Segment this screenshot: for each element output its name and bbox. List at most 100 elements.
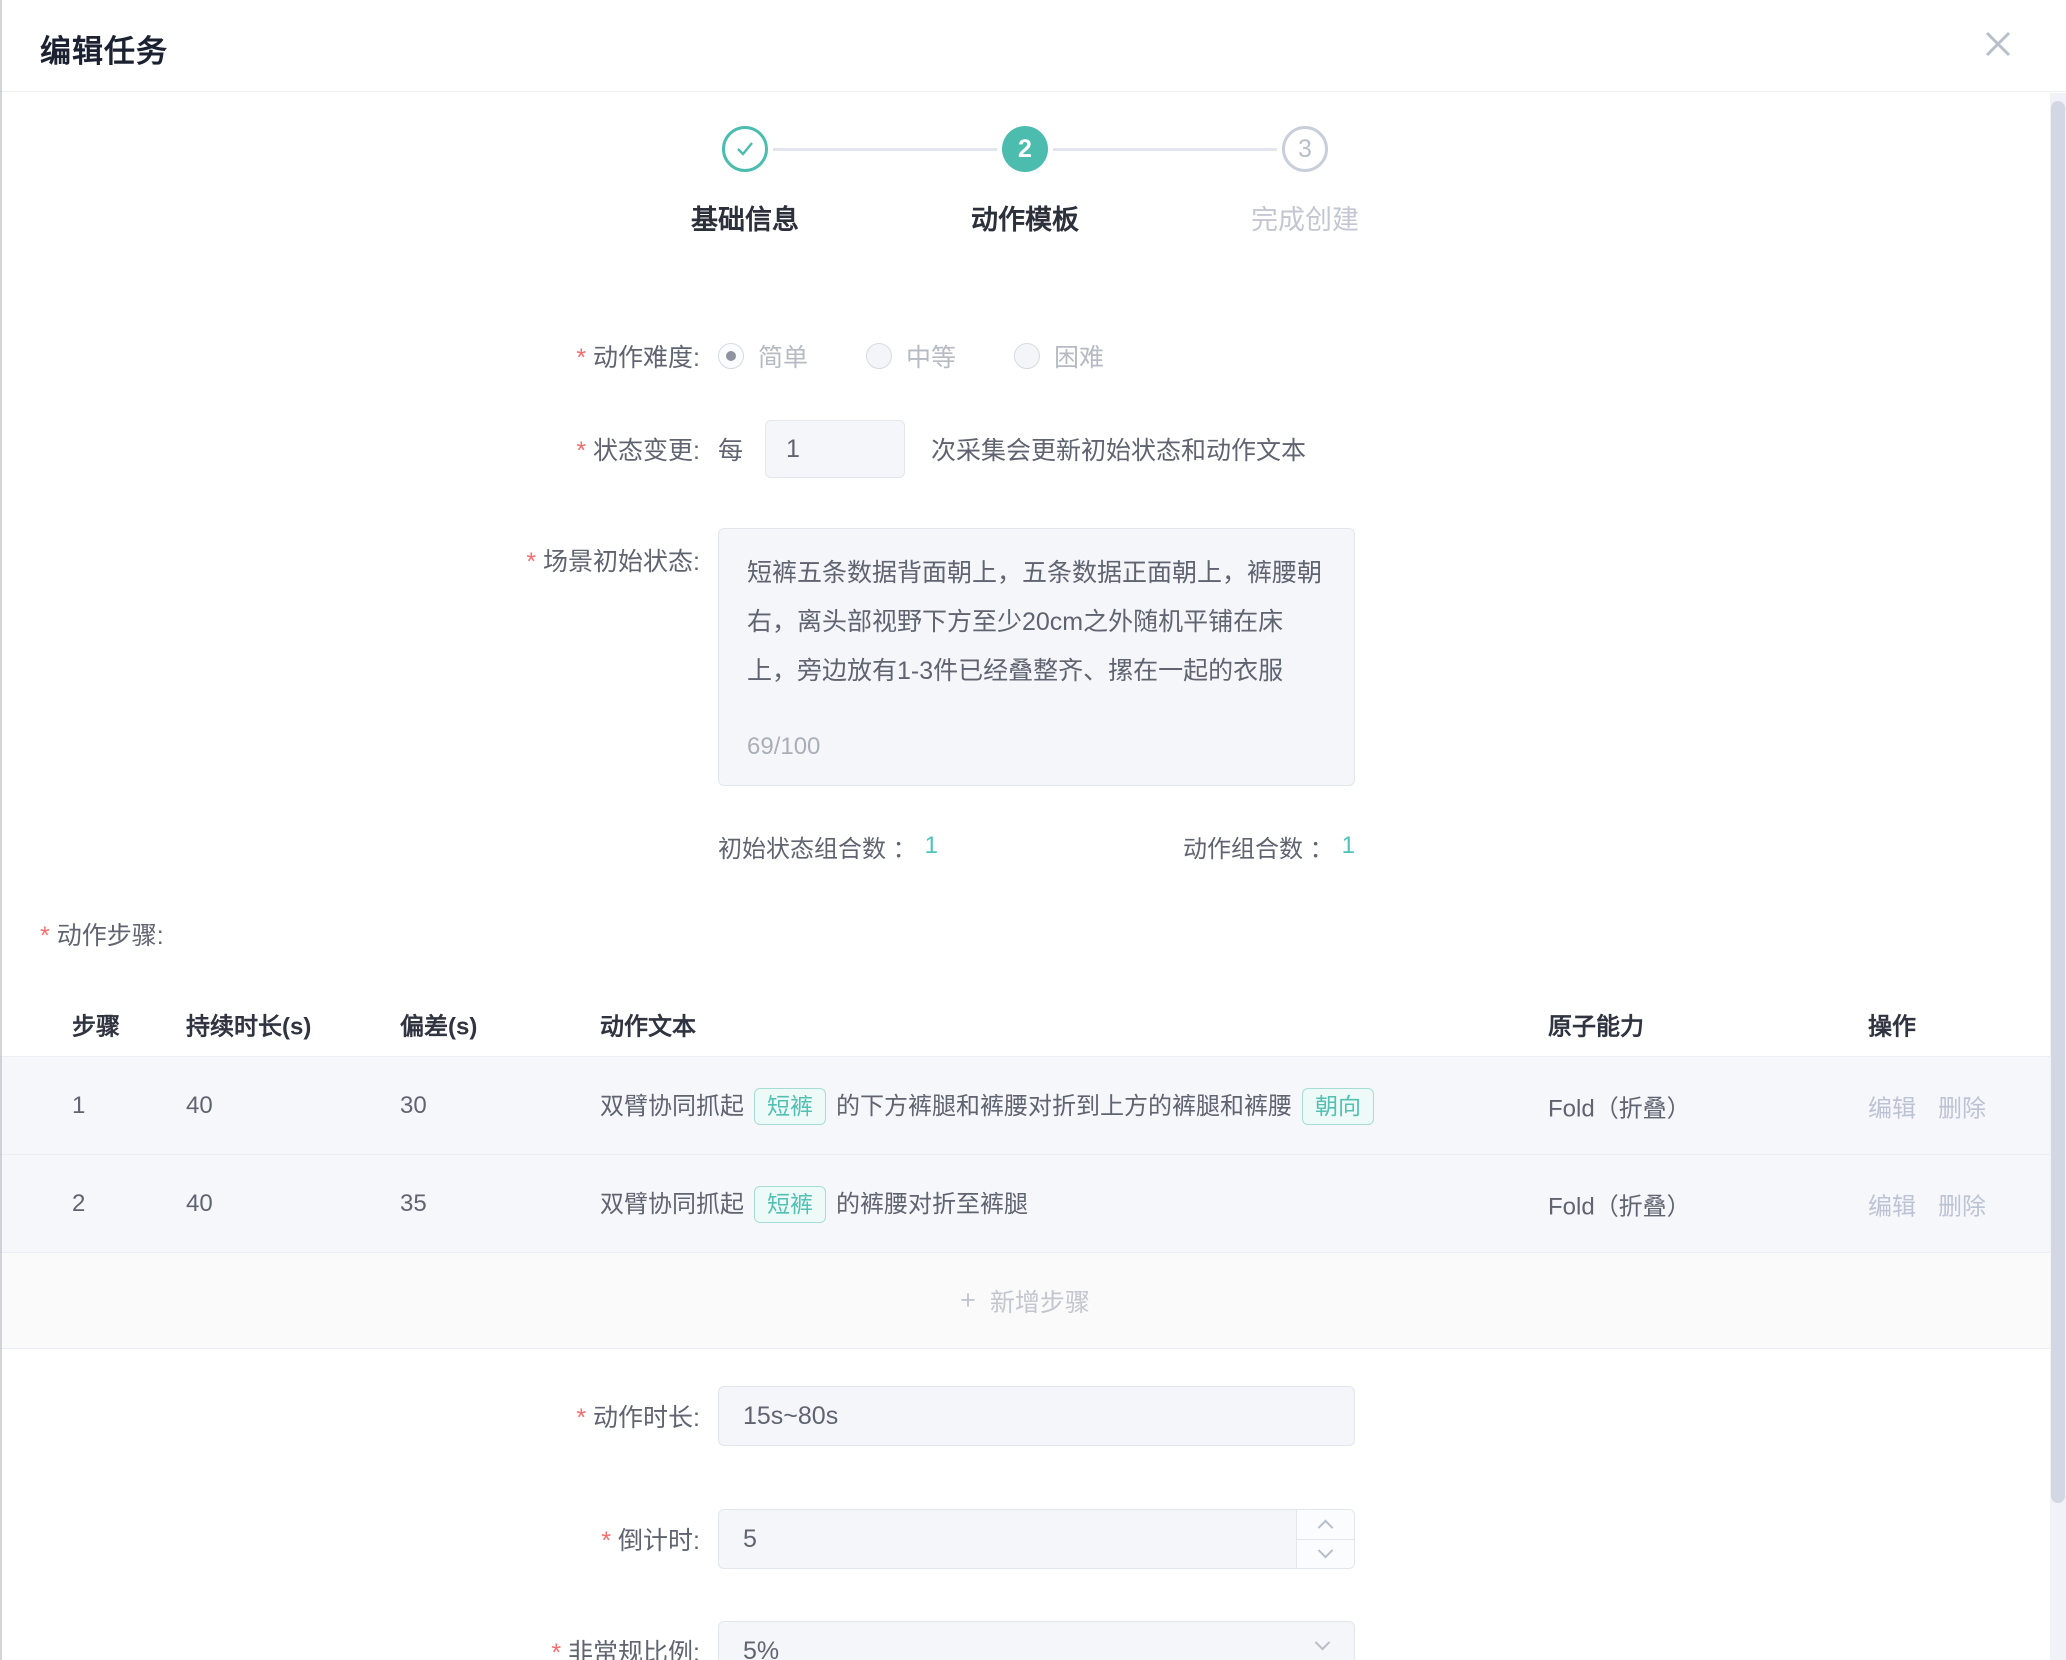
action-text-segment: 双臂协同抓起 <box>600 1093 744 1120</box>
action-text-segment: 的下方裤腿和裤腰对折到上方的裤腿和裤腰 <box>836 1093 1292 1120</box>
dialog-header: 编辑任务 <box>0 0 2066 92</box>
action-combo-value: 1 <box>1342 832 1355 860</box>
cell-ability: Fold（折叠） <box>1548 1088 1691 1123</box>
unusual-ratio-value: 5% <box>743 1637 779 1660</box>
edit-button[interactable]: 编辑 <box>1868 1088 1916 1123</box>
countdown-input[interactable]: 5 <box>718 1509 1355 1569</box>
object-tag: 短裤 <box>754 1186 826 1224</box>
header-offset: 偏差(s) <box>400 1006 477 1041</box>
step-done-circle <box>722 126 768 172</box>
cell-step: 1 <box>72 1092 85 1120</box>
state-change-suffix: 次采集会更新初始状态和动作文本 <box>931 431 1306 467</box>
difficulty-label: 动作难度: <box>0 338 700 374</box>
state-change-row: 状态变更: 每 1 次采集会更新初始状态和动作文本 <box>0 419 2050 479</box>
header-actions: 操作 <box>1868 1006 1916 1041</box>
add-step-button[interactable]: + 新增步骤 <box>0 1253 2050 1349</box>
combination-counts-row: 初始状态组合数 ： 1 动作组合数 ： 1 <box>718 826 1355 866</box>
action-text-segment: 双臂协同抓起 <box>600 1191 744 1218</box>
table-row: 2 40 35 双臂协同抓起短裤的裤腰对折至裤腿 Fold（折叠） 编辑 删除 <box>0 1155 2050 1253</box>
unusual-ratio-row: 非常规比例: 5% <box>0 1621 2050 1660</box>
initial-combo-value: 1 <box>925 832 938 860</box>
wizard-step-basic-info: 基础信息 <box>605 126 885 237</box>
step-label: 动作模板 <box>885 198 1165 237</box>
countdown-label: 倒计时: <box>0 1521 700 1557</box>
scene-initial-text: 短裤五条数据背面朝上，五条数据正面朝上，裤腰朝右，离头部视野下方至少20cm之外… <box>747 559 1322 685</box>
char-counter: 69/100 <box>747 722 820 771</box>
cell-ability: Fold（折叠） <box>1548 1186 1691 1221</box>
chevron-up-icon <box>1318 1519 1334 1535</box>
header-ability: 原子能力 <box>1548 1006 1644 1041</box>
stepper-increase-button[interactable] <box>1297 1510 1354 1540</box>
chevron-down-icon <box>1315 1635 1331 1651</box>
scrollbar-thumb[interactable] <box>2051 101 2065 1503</box>
cell-step: 2 <box>72 1190 85 1218</box>
cell-offset: 35 <box>400 1190 427 1218</box>
scene-initial-label: 场景初始状态: <box>0 528 700 578</box>
add-step-label: 新增步骤 <box>990 1283 1090 1319</box>
action-combo-item: 动作组合数 ： 1 <box>1183 829 1355 864</box>
step-wizard: 基础信息 2 动作模板 3 完成创建 <box>605 126 1445 286</box>
action-duration-input[interactable]: 15s~80s <box>718 1386 1355 1446</box>
stepper-decrease-button[interactable] <box>1297 1540 1354 1569</box>
countdown-value: 5 <box>743 1525 757 1554</box>
cell-action-text: 双臂协同抓起短裤的下方裤腿和裤腰对折到上方的裤腿和裤腰朝向 <box>600 1086 1384 1126</box>
plus-icon: + <box>960 1285 976 1316</box>
action-combo-label: 动作组合数 ： <box>1183 829 1334 864</box>
header-step: 步骤 <box>72 1006 120 1041</box>
countdown-row: 倒计时: 5 <box>0 1509 2050 1569</box>
state-change-prefix: 每 <box>718 431 743 467</box>
delete-button[interactable]: 删除 <box>1938 1088 1986 1123</box>
cell-duration: 40 <box>186 1092 213 1120</box>
dialog-body: 基础信息 2 动作模板 3 完成创建 动作难度: 简单 中等 困难 <box>0 93 2050 1660</box>
action-steps-section-label: 动作步骤: <box>40 916 164 952</box>
edit-button[interactable]: 编辑 <box>1868 1186 1916 1221</box>
radio-dot-icon <box>866 343 892 369</box>
radio-difficulty-easy[interactable]: 简单 <box>718 338 808 374</box>
number-stepper <box>1296 1510 1354 1568</box>
delete-button[interactable]: 删除 <box>1938 1186 1986 1221</box>
header-action-text: 动作文本 <box>600 1006 696 1041</box>
close-icon <box>1980 26 2016 62</box>
action-text-segment: 的裤腰对折至裤腿 <box>836 1191 1028 1218</box>
radio-difficulty-hard[interactable]: 困难 <box>1014 338 1104 374</box>
table-row: 1 40 30 双臂协同抓起短裤的下方裤腿和裤腰对折到上方的裤腿和裤腰朝向 Fo… <box>0 1057 2050 1155</box>
scrollbar-track[interactable] <box>2050 93 2066 1660</box>
action-steps-table: 步骤 持续时长(s) 偏差(s) 动作文本 原子能力 操作 1 40 30 双臂… <box>0 991 2050 1349</box>
radio-difficulty-medium[interactable]: 中等 <box>866 338 956 374</box>
object-tag: 短裤 <box>754 1088 826 1126</box>
radio-label: 中等 <box>906 338 956 374</box>
close-button[interactable] <box>1976 22 2020 66</box>
cell-offset: 30 <box>400 1092 427 1120</box>
scene-initial-textarea[interactable]: 短裤五条数据背面朝上，五条数据正面朝上，裤腰朝右，离头部视野下方至少20cm之外… <box>718 528 1355 786</box>
check-icon <box>733 137 757 161</box>
cell-duration: 40 <box>186 1190 213 1218</box>
edit-task-dialog: { "dialog": { "title": "编辑任务" }, "wizard… <box>0 0 2066 1660</box>
orientation-tag: 朝向 <box>1302 1088 1374 1126</box>
action-duration-label: 动作时长: <box>0 1398 700 1434</box>
step-pending-circle: 3 <box>1282 126 1328 172</box>
radio-label: 困难 <box>1054 338 1104 374</box>
step-label: 基础信息 <box>605 198 885 237</box>
step-active-circle: 2 <box>1002 126 1048 172</box>
unusual-ratio-select[interactable]: 5% <box>718 1621 1355 1660</box>
wizard-step-finish: 3 完成创建 <box>1165 126 1445 237</box>
initial-combo-item: 初始状态组合数 ： 1 <box>718 829 938 864</box>
step-label: 完成创建 <box>1165 198 1445 237</box>
modal-edge <box>0 0 2 1660</box>
wizard-step-action-template: 2 动作模板 <box>885 126 1165 237</box>
dialog-title: 编辑任务 <box>40 26 168 71</box>
difficulty-row: 动作难度: 简单 中等 困难 <box>0 331 2050 381</box>
scene-initial-row: 场景初始状态: 短裤五条数据背面朝上，五条数据正面朝上，裤腰朝右，离头部视野下方… <box>0 528 2050 786</box>
radio-label: 简单 <box>758 338 808 374</box>
unusual-ratio-label: 非常规比例: <box>0 1633 700 1660</box>
state-change-input[interactable]: 1 <box>765 420 905 478</box>
state-change-label: 状态变更: <box>0 431 700 467</box>
initial-combo-label: 初始状态组合数 ： <box>718 829 917 864</box>
action-duration-row: 动作时长: 15s~80s <box>0 1386 2050 1446</box>
header-duration: 持续时长(s) <box>186 1006 311 1041</box>
chevron-down-icon <box>1318 1543 1334 1559</box>
cell-action-text: 双臂协同抓起短裤的裤腰对折至裤腿 <box>600 1184 1028 1224</box>
radio-dot-icon <box>1014 343 1040 369</box>
radio-dot-icon <box>718 343 744 369</box>
table-header-row: 步骤 持续时长(s) 偏差(s) 动作文本 原子能力 操作 <box>0 991 2050 1057</box>
